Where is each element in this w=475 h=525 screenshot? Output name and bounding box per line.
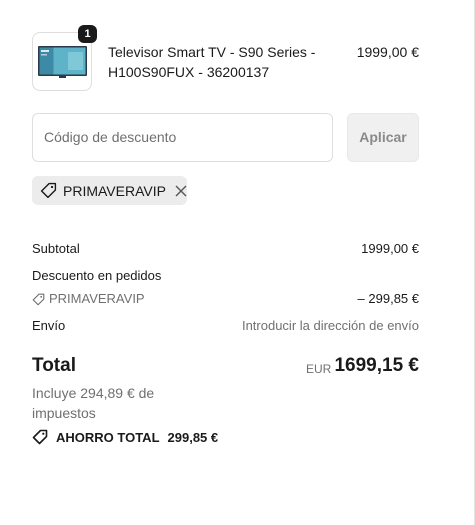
- remove-discount-icon[interactable]: [175, 185, 187, 197]
- shipping-row: Envío Introducir la dirección de envío: [32, 317, 419, 335]
- tag-icon: [40, 182, 57, 199]
- tax-note: Incluye 294,89 € de impuestos: [32, 385, 155, 421]
- shipping-value: Introducir la dirección de envío: [241, 318, 419, 333]
- discount-code-input[interactable]: Código de descuento: [32, 113, 333, 162]
- total-currency: EUR: [306, 362, 332, 376]
- order-discount-code: PRIMAVERAVIP: [49, 291, 145, 306]
- total-savings: AHORRO TOTAL 299,85 €: [32, 429, 218, 445]
- subtotal-label: Subtotal: [32, 241, 80, 256]
- shipping-label: Envío: [32, 318, 66, 333]
- apply-discount-button[interactable]: Aplicar: [347, 113, 419, 162]
- order-discount-code-tag: PRIMAVERAVIP: [32, 290, 145, 308]
- order-discount-label: Descuento en pedidos: [32, 268, 162, 283]
- applied-discount-code: PRIMAVERAVIP: [63, 182, 166, 199]
- tag-icon: [32, 429, 48, 445]
- quantity-badge: 1: [78, 25, 97, 43]
- tv-image: [38, 46, 87, 78]
- order-discount-row: Descuento en pedidos: [32, 267, 419, 285]
- savings-label: AHORRO TOTAL: [56, 429, 160, 445]
- order-discount-value: – 299,85 €: [357, 291, 419, 306]
- subtotal-value: 1999,00 €: [361, 241, 419, 256]
- subtotal-row: Subtotal 1999,00 €: [32, 240, 419, 258]
- tag-icon: [32, 293, 45, 305]
- savings-value: 299,85 €: [167, 429, 219, 445]
- total-label: Total: [32, 355, 76, 376]
- product-price: 1999,00 €: [356, 44, 419, 60]
- product-name: Televisor Smart TV - S90 Series - H100S9…: [108, 44, 316, 80]
- applied-discount-chip: PRIMAVERAVIP: [32, 176, 187, 205]
- total-value: 1699,15 €: [334, 355, 419, 376]
- order-discount-detail-row: PRIMAVERAVIP – 299,85 €: [32, 290, 419, 311]
